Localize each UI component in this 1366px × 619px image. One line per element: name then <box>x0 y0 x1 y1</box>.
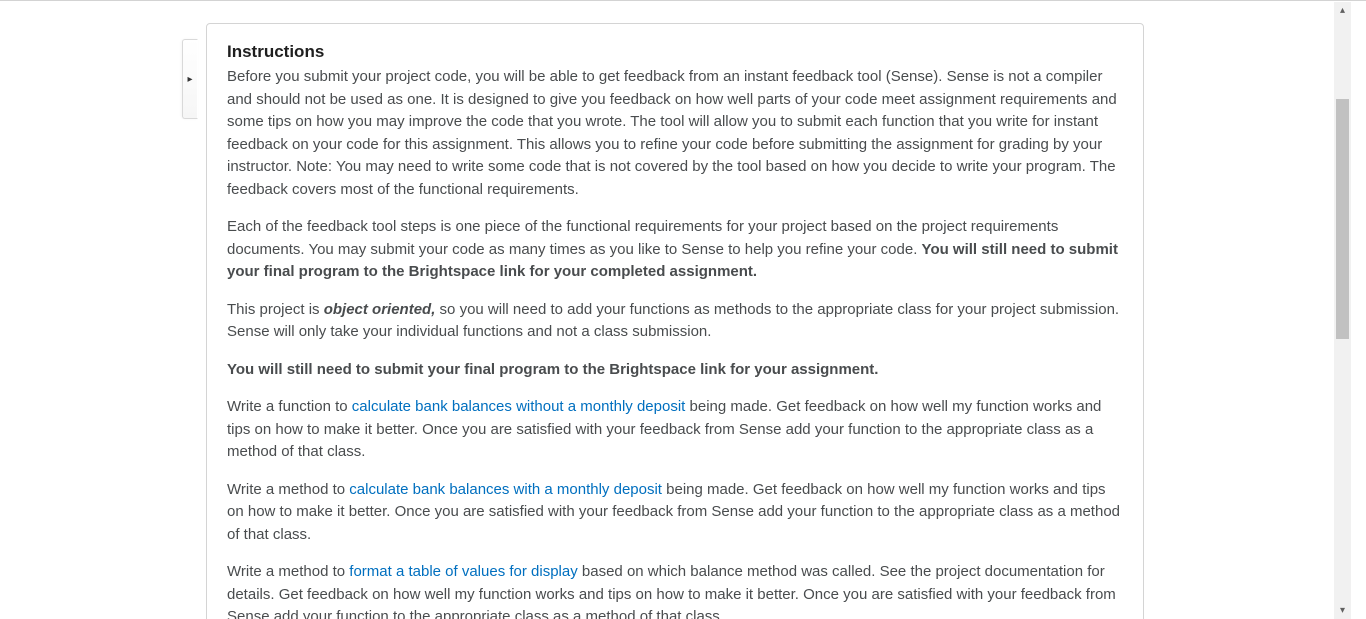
paragraph-3-bolditalic: object oriented, <box>324 301 436 318</box>
instructions-paragraph-1: Before you submit your project code, you… <box>227 66 1123 201</box>
task-1-paragraph: Write a function to calculate bank balan… <box>227 396 1123 464</box>
paragraph-4-bold: You will still need to submit your final… <box>227 361 878 378</box>
task-2-lead: Write a method to <box>227 481 349 498</box>
scroll-thumb[interactable] <box>1336 99 1349 339</box>
vertical-scrollbar[interactable]: ▴ ▾ <box>1334 2 1351 619</box>
page-wrap: ▸ Instructions Before you submit your pr… <box>0 2 1351 619</box>
instructions-panel: Instructions Before you submit your proj… <box>206 23 1144 619</box>
paragraph-3-lead: This project is <box>227 301 324 318</box>
instructions-paragraph-2: Each of the feedback tool steps is one p… <box>227 216 1123 284</box>
scroll-track[interactable] <box>1334 19 1351 602</box>
task-3-paragraph: Write a method to format a table of valu… <box>227 561 1123 619</box>
task-3-link[interactable]: format a table of values for display <box>349 563 577 580</box>
task-1-link[interactable]: calculate bank balances without a monthl… <box>352 398 686 415</box>
instructions-heading: Instructions <box>227 42 1123 62</box>
scroll-up-arrow-icon[interactable]: ▴ <box>1334 2 1351 19</box>
instructions-paragraph-4: You will still need to submit your final… <box>227 359 1123 382</box>
task-2-paragraph: Write a method to calculate bank balance… <box>227 479 1123 547</box>
instructions-paragraph-3: This project is object oriented, so you … <box>227 299 1123 344</box>
task-2-link[interactable]: calculate bank balances with a monthly d… <box>349 481 662 498</box>
task-1-lead: Write a function to <box>227 398 352 415</box>
scroll-down-arrow-icon[interactable]: ▾ <box>1334 602 1351 619</box>
chevron-right-icon: ▸ <box>187 74 192 85</box>
task-3-lead: Write a method to <box>227 563 349 580</box>
sidebar-expand-tab[interactable]: ▸ <box>182 39 198 119</box>
